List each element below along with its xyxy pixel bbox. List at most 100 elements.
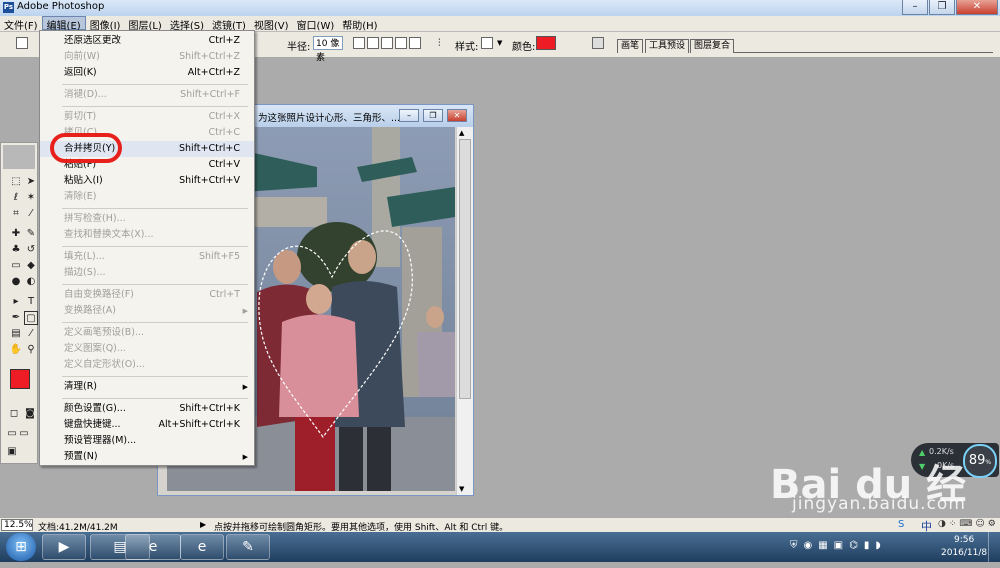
color-label: 颜色: bbox=[512, 42, 536, 53]
link-icon[interactable]: ⫶ bbox=[438, 38, 441, 49]
paint-bucket-tool-icon[interactable]: ◆ bbox=[24, 259, 38, 273]
tool-preset-icon[interactable] bbox=[16, 37, 28, 49]
menu-item-preferences[interactable]: 预置(N) ▶ bbox=[40, 449, 254, 465]
clone-stamp-tool-icon[interactable]: ♣ bbox=[9, 243, 23, 257]
menu-item-define-brush[interactable]: 定义画笔预设(B)... bbox=[40, 325, 254, 341]
ie-taskbar-icon[interactable]: e bbox=[125, 534, 181, 560]
screen-mode-menu-icon[interactable]: ▭ bbox=[17, 427, 31, 441]
clock-date[interactable]: 2016/11/8 bbox=[941, 548, 987, 558]
menu-item-find-replace[interactable]: 查找和替换文本(X)... bbox=[40, 227, 254, 243]
menu-item-undo[interactable]: 还原选区更改 Ctrl+Z bbox=[40, 33, 254, 49]
crop-tool-icon[interactable]: ⌗ bbox=[9, 207, 23, 221]
doc-restore-button[interactable]: ❐ bbox=[423, 109, 443, 122]
palette-well-icon[interactable] bbox=[592, 37, 604, 49]
media-player-taskbar-icon[interactable]: ▶ bbox=[42, 534, 86, 560]
scroll-thumb[interactable] bbox=[459, 139, 471, 399]
menu-select[interactable]: 选择(S) bbox=[166, 16, 208, 32]
subtract-selection-icon[interactable] bbox=[381, 37, 393, 49]
style-swatch[interactable] bbox=[481, 37, 493, 49]
menu-separator bbox=[62, 84, 248, 85]
tab-layer-comps[interactable]: 图层复合 bbox=[690, 39, 735, 53]
status-bar: 12.5% 文档:41.2M/41.2M ▶ 点按并拖移可绘制圆角矩形。要用其他… bbox=[0, 517, 1000, 533]
photoshop-taskbar-icon[interactable]: ✎ bbox=[226, 534, 270, 560]
dodge-tool-icon[interactable]: ◐ bbox=[24, 275, 38, 289]
menu-image[interactable]: 图像(I) bbox=[86, 16, 125, 32]
move-tool-icon[interactable]: ➤ bbox=[24, 175, 38, 189]
magic-wand-tool-icon[interactable]: ✶ bbox=[24, 191, 38, 205]
taskbar: ⊞ ▶ ▤ e e ✎ ⛨◉▦▣⌬▮◗ 9:56 2016/11/8 bbox=[0, 532, 1000, 562]
restore-button[interactable]: ❐ bbox=[929, 0, 955, 15]
close-button[interactable]: ✕ bbox=[956, 0, 998, 15]
menu-view[interactable]: 视图(V) bbox=[250, 16, 293, 32]
chevron-down-icon[interactable]: ▼ bbox=[497, 39, 502, 47]
show-desktop-button[interactable] bbox=[988, 532, 1000, 562]
foreground-color-swatch[interactable] bbox=[10, 369, 30, 389]
document-scrollbar[interactable]: ▲ ▼ bbox=[456, 127, 473, 495]
color-swatch[interactable] bbox=[536, 36, 556, 50]
type-tool-icon[interactable]: T bbox=[24, 295, 38, 309]
menu-item-fade[interactable]: 消褪(D)... Shift+Ctrl+F bbox=[40, 87, 254, 103]
menu-separator bbox=[62, 208, 248, 209]
zoom-tool-icon[interactable]: ⚲ bbox=[24, 343, 38, 357]
jump-to-imageready-icon[interactable]: ▣ bbox=[5, 445, 19, 459]
add-selection-icon[interactable] bbox=[367, 37, 379, 49]
menu-file[interactable]: 文件(F) bbox=[0, 16, 42, 32]
hand-tool-icon[interactable]: ✋ bbox=[9, 343, 23, 357]
slice-tool-icon[interactable]: ⁄ bbox=[24, 207, 38, 221]
menu-item-free-transform-path[interactable]: 自由变换路径(F) Ctrl+T bbox=[40, 287, 254, 303]
scroll-down-icon[interactable]: ▼ bbox=[459, 485, 464, 493]
ime-toolbar-icons[interactable]: ◑⁘⌨☺⚙ bbox=[938, 519, 999, 529]
menu-item-fill[interactable]: 填充(L)... Shift+F5 bbox=[40, 249, 254, 265]
system-tray-icons[interactable]: ⛨◉▦▣⌬▮◗ bbox=[790, 540, 887, 551]
menu-item-stroke[interactable]: 描边(S)... bbox=[40, 265, 254, 281]
doc-close-button[interactable]: ✕ bbox=[447, 109, 467, 122]
menu-item-keyboard-shortcuts[interactable]: 键盘快捷键... Alt+Shift+Ctrl+K bbox=[40, 417, 254, 433]
menu-item-step-backward[interactable]: 返回(K) Alt+Ctrl+Z bbox=[40, 65, 254, 81]
new-selection-icon[interactable] bbox=[353, 37, 365, 49]
menu-window[interactable]: 窗口(W) bbox=[293, 16, 339, 32]
minimize-button[interactable]: – bbox=[902, 0, 928, 15]
ie2-taskbar-icon[interactable]: e bbox=[180, 534, 224, 560]
tab-brushes[interactable]: 画笔 bbox=[617, 39, 644, 53]
tab-tool-presets[interactable]: 工具预设 bbox=[645, 39, 690, 53]
exclude-selection-icon[interactable] bbox=[409, 37, 421, 49]
menu-item-purge[interactable]: 清理(R) ▶ bbox=[40, 379, 254, 395]
quick-mask-icon[interactable]: ◙ bbox=[23, 407, 37, 421]
brush-tool-icon[interactable]: ✎ bbox=[24, 227, 38, 241]
eyedropper-tool-icon[interactable]: ⁄ bbox=[24, 327, 38, 341]
menu-layer[interactable]: 图层(L) bbox=[124, 16, 165, 32]
doc-minimize-button[interactable]: – bbox=[399, 109, 419, 122]
menu-item-spell-check[interactable]: 拼写检查(H)... bbox=[40, 211, 254, 227]
menu-filter[interactable]: 滤镜(T) bbox=[208, 16, 250, 32]
menu-item-step-forward[interactable]: 向前(W) Shift+Ctrl+Z bbox=[40, 49, 254, 65]
ime-icon[interactable]: S bbox=[898, 519, 904, 530]
menu-edit[interactable]: 编辑(E) bbox=[41, 16, 86, 32]
pen-tool-icon[interactable]: ✒ bbox=[9, 311, 23, 325]
notes-tool-icon[interactable]: ▤ bbox=[9, 327, 23, 341]
zoom-level[interactable]: 12.5% bbox=[1, 519, 33, 531]
menu-item-define-custom-shape[interactable]: 定义自定形状(O)... bbox=[40, 357, 254, 373]
blur-tool-icon[interactable]: ● bbox=[9, 275, 23, 289]
scroll-up-icon[interactable]: ▲ bbox=[459, 129, 464, 137]
status-arrow-icon[interactable]: ▶ bbox=[200, 520, 206, 529]
menu-item-paste-into[interactable]: 粘贴入(I) Shift+Ctrl+V bbox=[40, 173, 254, 189]
menu-help[interactable]: 帮助(H) bbox=[338, 16, 381, 32]
history-brush-tool-icon[interactable]: ↺ bbox=[24, 243, 38, 257]
start-button[interactable]: ⊞ bbox=[6, 533, 36, 561]
menu-item-color-settings[interactable]: 颜色设置(G)... Shift+Ctrl+K bbox=[40, 401, 254, 417]
rounded-rectangle-tool-icon[interactable]: ▢ bbox=[24, 311, 38, 325]
path-selection-tool-icon[interactable]: ▸ bbox=[9, 295, 23, 309]
menu-item-cut[interactable]: 剪切(T) Ctrl+X bbox=[40, 109, 254, 125]
menu-item-clear[interactable]: 清除(E) bbox=[40, 189, 254, 205]
eraser-tool-icon[interactable]: ▭ bbox=[9, 259, 23, 273]
menu-item-transform-path[interactable]: 变换路径(A) ▶ bbox=[40, 303, 254, 319]
healing-brush-tool-icon[interactable]: ✚ bbox=[9, 227, 23, 241]
clock-time[interactable]: 9:56 bbox=[954, 535, 974, 545]
menu-item-preset-manager[interactable]: 预设管理器(M)... bbox=[40, 433, 254, 449]
intersect-selection-icon[interactable] bbox=[395, 37, 407, 49]
standard-mode-icon[interactable]: ◻ bbox=[7, 407, 21, 421]
marquee-tool-icon[interactable]: ⬚ bbox=[9, 175, 23, 189]
menu-item-define-pattern[interactable]: 定义图案(Q)... bbox=[40, 341, 254, 357]
radius-input[interactable]: 10 像素 bbox=[313, 36, 343, 63]
lasso-tool-icon[interactable]: ℓ bbox=[9, 191, 23, 205]
